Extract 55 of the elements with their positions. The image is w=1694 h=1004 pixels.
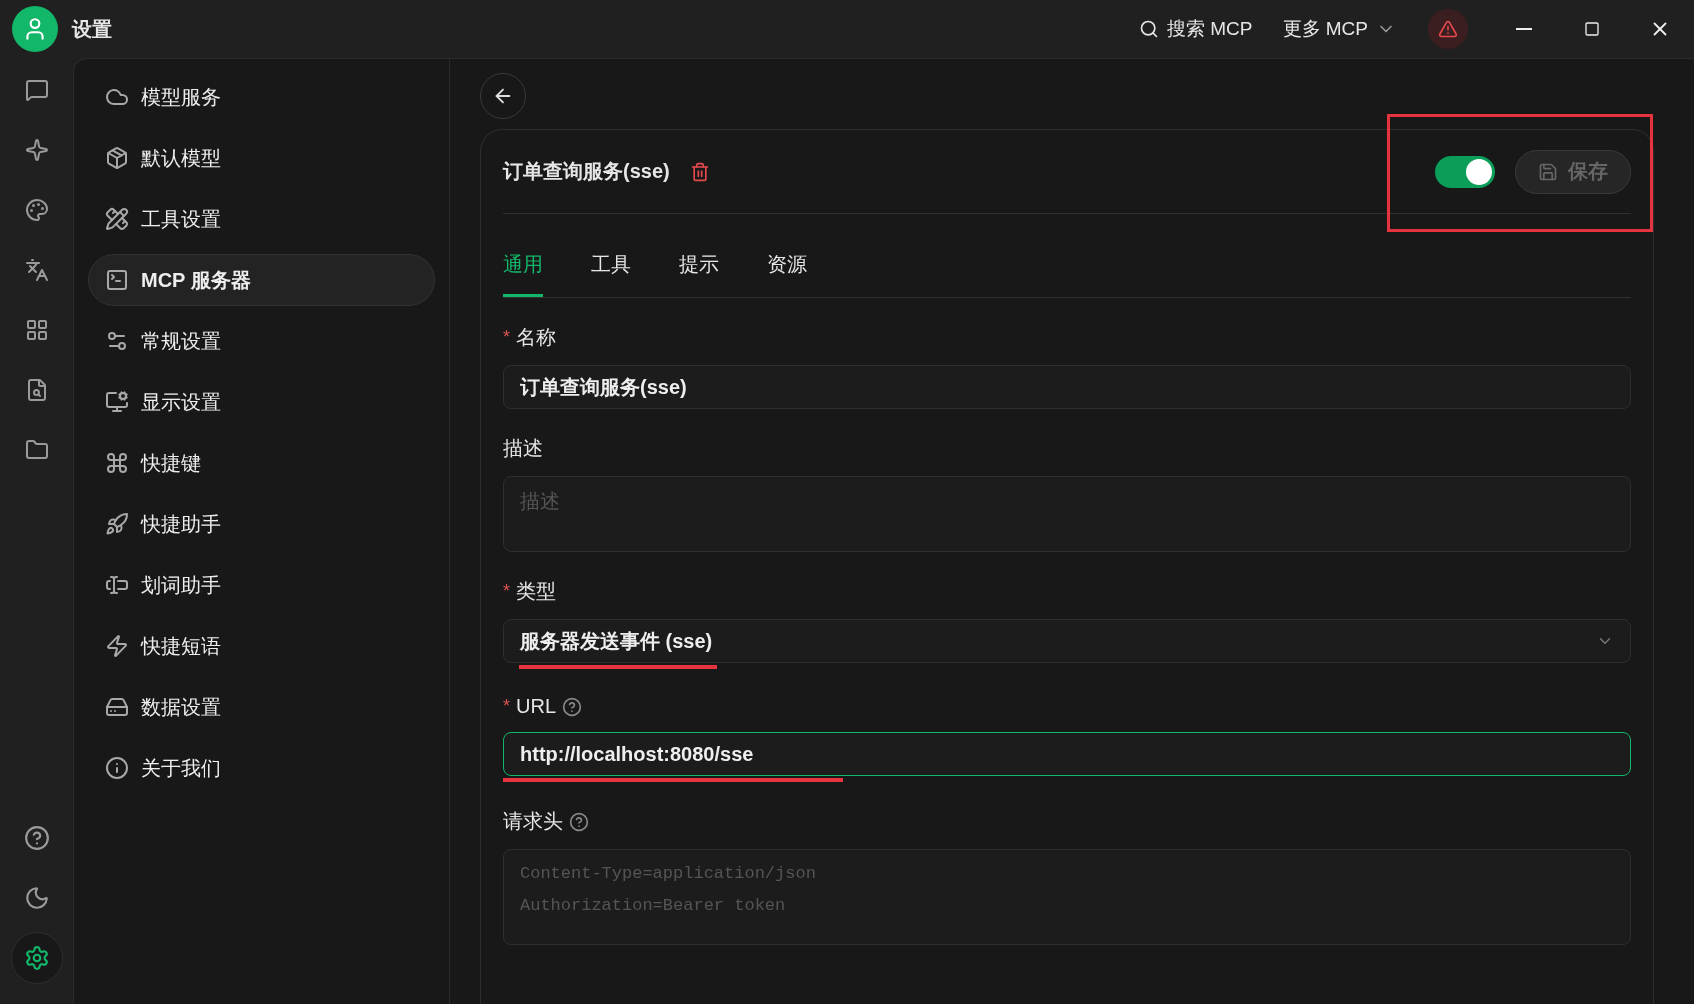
hard-drive-icon — [105, 695, 129, 719]
sidebar-item[interactable]: MCP 服务器 — [88, 254, 435, 306]
tab[interactable]: 工具 — [591, 251, 631, 297]
sidebar-item[interactable]: 关于我们 — [88, 742, 435, 794]
sidebar-item[interactable]: 默认模型 — [88, 132, 435, 184]
field-label: 名称 — [516, 325, 556, 350]
lightning-icon — [105, 634, 129, 658]
sidebar-item[interactable]: 快捷助手 — [88, 498, 435, 550]
minimize-icon — [1516, 28, 1532, 30]
sidebar-item[interactable]: 显示设置 — [88, 376, 435, 428]
maximize-icon — [1584, 21, 1600, 37]
sidebar-item[interactable]: 划词助手 — [88, 559, 435, 611]
tab[interactable]: 提示 — [679, 251, 719, 297]
monitor-cog-icon — [105, 390, 129, 414]
more-dropdown[interactable]: 更多 MCP — [1270, 9, 1408, 49]
save-icon — [1538, 161, 1558, 182]
text-area[interactable]: Content-Type=application/json Authorization=Bearer token — [503, 849, 1631, 945]
command-icon — [105, 451, 129, 475]
sidebar-item[interactable]: 工具设置 — [88, 193, 435, 245]
server-title: 订单查询服务(sse) — [503, 159, 670, 184]
pencil-ruler-icon — [105, 207, 129, 231]
warning-button[interactable] — [1428, 9, 1468, 49]
sidebar-item[interactable]: 快捷短语 — [88, 620, 435, 672]
terminal-icon — [105, 268, 129, 292]
avatar[interactable] — [12, 6, 58, 52]
sidebar-item[interactable]: 快捷键 — [88, 437, 435, 489]
required-mark: * — [503, 327, 510, 348]
package-icon — [105, 146, 129, 170]
input-field[interactable]: 订单查询服务(sse) — [503, 365, 1631, 409]
text-cursor-icon — [105, 573, 129, 597]
tab[interactable]: 通用 — [503, 251, 543, 297]
enable-switch[interactable] — [1435, 155, 1495, 188]
required-mark: * — [503, 581, 510, 602]
search-icon — [1139, 19, 1159, 39]
rocket-icon — [105, 512, 129, 536]
field-label: 请求头 — [503, 809, 563, 834]
field-label: 类型 — [516, 579, 556, 604]
search-button[interactable]: 搜索 MCP — [1127, 9, 1265, 49]
field-label: URL — [516, 695, 557, 718]
window-title: 设置 — [72, 16, 112, 42]
help-icon[interactable] — [562, 696, 583, 717]
select-field[interactable]: 服务器发送事件 (sse) — [503, 619, 1631, 663]
sidebar-item[interactable]: 常规设置 — [88, 315, 435, 367]
text-area[interactable]: 描述 — [503, 476, 1631, 552]
delete-button[interactable] — [689, 161, 710, 182]
info-icon — [105, 756, 129, 780]
sliders-icon — [105, 329, 129, 353]
sidebar-item[interactable]: 模型服务 — [88, 71, 435, 123]
required-mark: * — [503, 696, 510, 717]
input-field[interactable]: http://localhost:8080/sse — [503, 732, 1631, 776]
help-icon[interactable] — [569, 811, 589, 832]
tab[interactable]: 资源 — [767, 251, 807, 297]
field-label: 描述 — [503, 436, 543, 461]
sidebar-item[interactable]: 数据设置 — [88, 681, 435, 733]
warning-icon — [1438, 19, 1458, 39]
